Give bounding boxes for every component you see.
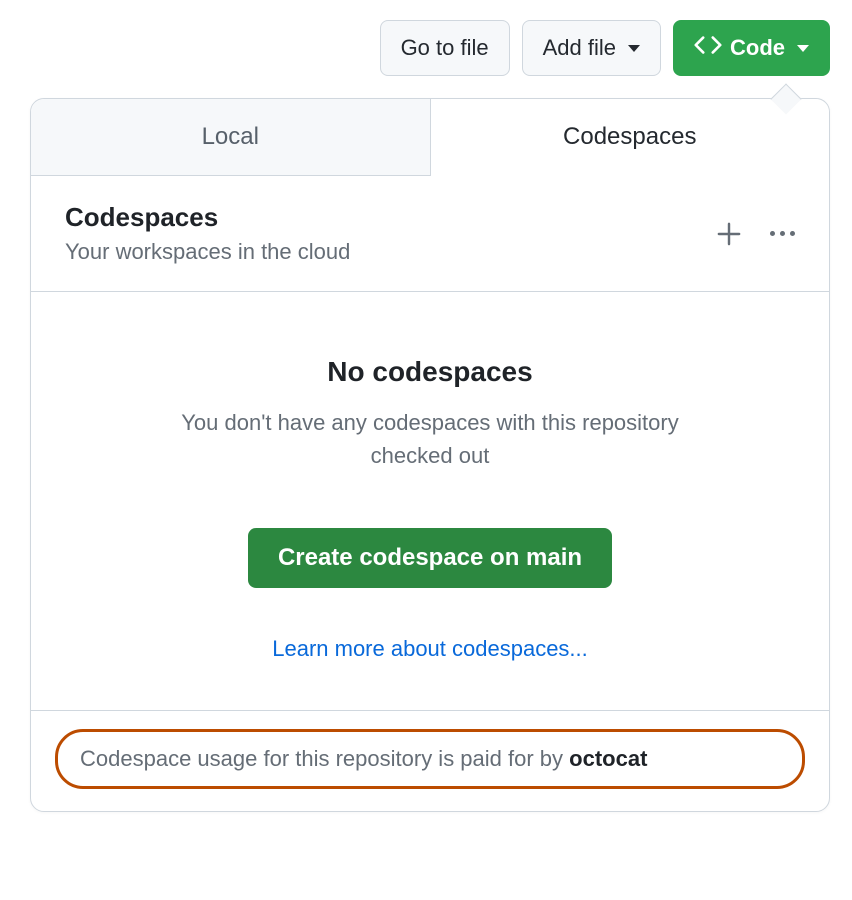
codespaces-title: Codespaces (65, 202, 350, 233)
kebab-dot-icon (790, 231, 795, 236)
empty-subtitle: You don't have any codespaces with this … (170, 406, 690, 472)
code-icon (694, 31, 722, 65)
tab-local[interactable]: Local (31, 99, 431, 175)
kebab-dot-icon (770, 231, 775, 236)
codespaces-subtitle: Your workspaces in the cloud (65, 239, 350, 265)
add-file-button[interactable]: Add file (522, 20, 661, 76)
usage-notice: Codespace usage for this repository is p… (55, 729, 805, 789)
kebab-dot-icon (780, 231, 785, 236)
code-label: Code (730, 35, 785, 61)
usage-notice-payer: octocat (569, 746, 647, 771)
code-button[interactable]: Code (673, 20, 830, 76)
code-popover: Local Codespaces Codespaces Your workspa… (30, 98, 830, 812)
create-codespace-button[interactable]: Create codespace on main (248, 528, 612, 588)
go-to-file-button[interactable]: Go to file (380, 20, 510, 76)
plus-icon (716, 221, 742, 247)
popover-tabs: Local Codespaces (31, 99, 829, 176)
go-to-file-label: Go to file (401, 35, 489, 61)
usage-notice-prefix: Codespace usage for this repository is p… (80, 746, 569, 771)
caret-down-icon (797, 45, 809, 52)
create-codespace-label: Create codespace on main (278, 544, 582, 571)
empty-title: No codespaces (71, 356, 789, 388)
add-file-label: Add file (543, 35, 616, 61)
tab-codespaces[interactable]: Codespaces (431, 99, 830, 176)
codespaces-header: Codespaces Your workspaces in the cloud (31, 176, 829, 292)
tab-codespaces-label: Codespaces (563, 123, 696, 150)
codespaces-footer: Codespace usage for this repository is p… (31, 710, 829, 811)
codespaces-empty-state: No codespaces You don't have any codespa… (31, 292, 829, 710)
caret-down-icon (628, 45, 640, 52)
learn-more-link[interactable]: Learn more about codespaces... (272, 636, 588, 661)
codespaces-options-button[interactable] (770, 231, 795, 236)
tab-local-label: Local (202, 123, 259, 150)
new-codespace-button[interactable] (716, 221, 742, 247)
